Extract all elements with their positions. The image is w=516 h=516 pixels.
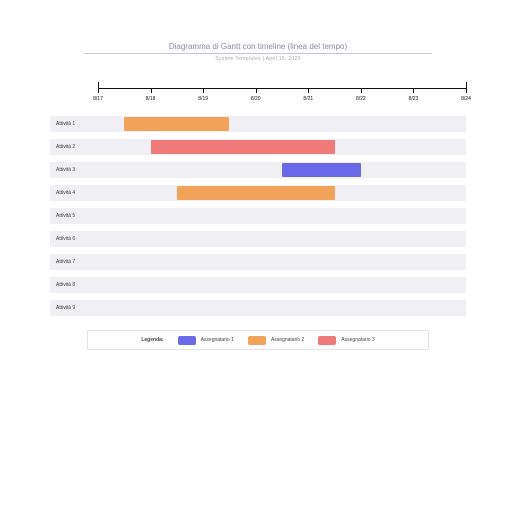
gantt-row: Attività 3 [50,162,466,178]
axis-tick-label: 8/23 [409,96,419,102]
legend: Legenda: Assegnatario 1 Assegnatario 2 A… [87,330,429,350]
gantt-row: Attività 8 [50,277,466,293]
row-label: Attività 3 [56,162,75,178]
row-label: Attività 6 [56,231,75,247]
legend-item: Assegnatario 1 [178,336,234,345]
chart-title: Diagramma di Gantt con timeline (linea d… [84,42,432,54]
axis-tick [151,88,152,93]
gantt-rows: Attività 1 Attività 2 Attività 3 Attività 4… [50,116,466,316]
legend-item: Assegnatario 3 [318,336,374,345]
axis-tick-label: 8/21 [303,96,313,102]
legend-label: Legenda: [141,337,163,343]
row-label: Attività 1 [56,116,75,132]
axis-tick [413,88,414,93]
axis-tick-label: 8/17 [93,96,103,102]
gantt-row: Attività 1 [50,116,466,132]
gantt-row: Attività 2 [50,139,466,155]
gantt-bar [151,140,335,154]
axis-tick [203,88,204,93]
axis-tick [98,82,99,93]
gantt-bar [282,163,361,177]
row-label: Attività 9 [56,300,75,316]
legend-text: Assegnatario 2 [271,337,304,343]
legend-text: Assegnatario 3 [341,337,374,343]
swatch-icon [318,336,336,345]
axis-tick [361,88,362,93]
row-label: Attività 7 [56,254,75,270]
axis-tick-label: 8/20 [251,96,261,102]
gantt-row: Attività 7 [50,254,466,270]
gantt-row: Attività 9 [50,300,466,316]
row-label: Attività 5 [56,208,75,224]
legend-item: Assegnatario 2 [248,336,304,345]
timeline-axis: 8/178/188/198/208/218/228/238/24 [98,80,466,116]
row-label: Attività 4 [56,185,75,201]
axis-tick-label: 8/19 [198,96,208,102]
gantt-row: Attività 5 [50,208,466,224]
axis-tick [308,88,309,93]
axis-tick-label: 8/24 [461,96,471,102]
legend-text: Assegnatario 1 [201,337,234,343]
swatch-icon [178,336,196,345]
axis-tick-label: 8/22 [356,96,366,102]
chart-subtitle: System Templates | April 15, 2020 [34,56,482,62]
gantt-row: Attività 6 [50,231,466,247]
gantt-bar [177,186,335,200]
swatch-icon [248,336,266,345]
axis-tick [466,82,467,93]
row-label: Attività 2 [56,139,75,155]
axis-tick-label: 8/18 [146,96,156,102]
row-label: Attività 8 [56,277,75,293]
gantt-row: Attività 4 [50,185,466,201]
gantt-bar [124,117,229,131]
axis-line [98,88,466,89]
axis-tick [256,88,257,93]
chart-container: Diagramma di Gantt con timeline (linea d… [0,0,516,350]
